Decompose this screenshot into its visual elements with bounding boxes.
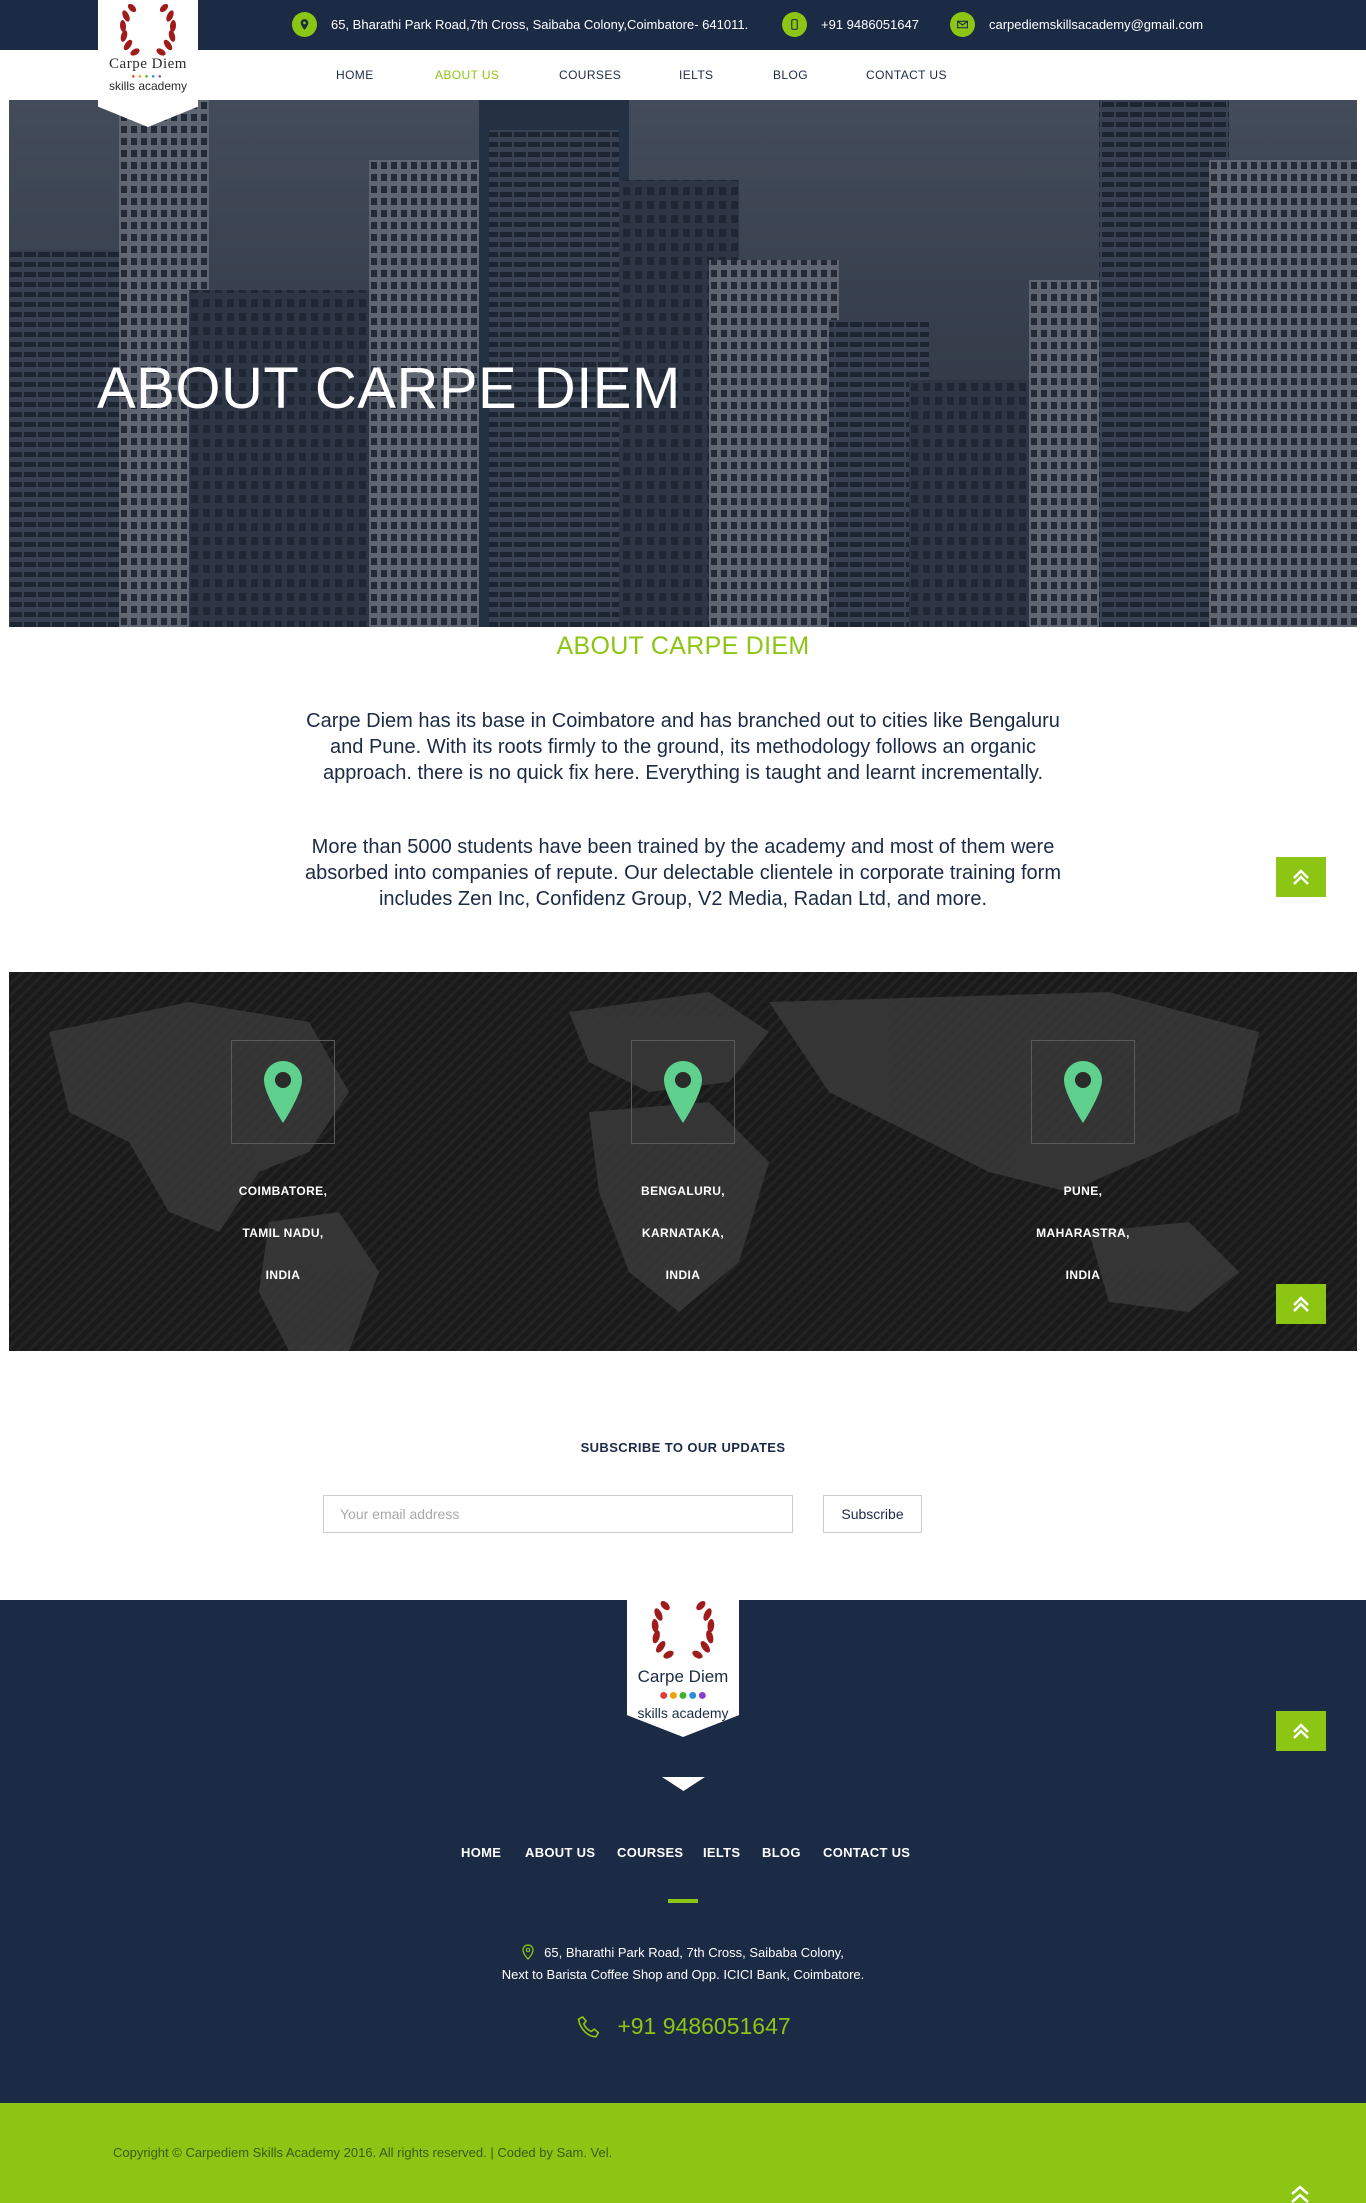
location-pin-box — [631, 1040, 735, 1144]
location-coimbatore: COIMBATORE, TAMIL NADU, INDIA — [163, 1040, 403, 1296]
footer-phone-text[interactable]: +91 9486051647 — [617, 2013, 790, 2039]
back-to-top-button[interactable] — [1276, 857, 1326, 897]
footer-nav-about-us[interactable]: ABOUT US — [525, 1845, 595, 1860]
map-pin-icon — [522, 1944, 534, 1960]
email-input[interactable] — [323, 1495, 793, 1533]
footer-address-text-1: 65, Bharathi Park Road, 7th Cross, Saiba… — [544, 1945, 844, 1960]
footer-nav-contact-us[interactable]: CONTACT US — [823, 1845, 910, 1860]
footer-phone[interactable]: +91 9486051647 — [0, 2013, 1366, 2042]
footer-nav-ielts[interactable]: IELTS — [703, 1845, 740, 1860]
subscribe-button[interactable]: Subscribe — [823, 1495, 922, 1533]
map-pin-icon — [292, 12, 317, 37]
site-footer: Carpe Diem ●●●●● skills academy HOME ABO… — [0, 1600, 1366, 2103]
location-country: INDIA — [1065, 1268, 1101, 1282]
top-phone-text[interactable]: +91 9486051647 — [821, 17, 919, 32]
top-email-text[interactable]: carpediemskillsacademy@gmail.com — [989, 17, 1203, 32]
double-chevron-up-icon — [1293, 1723, 1309, 1739]
footer-logo[interactable]: Carpe Diem ●●●●● skills academy — [627, 1600, 739, 1737]
footer-nav-home[interactable]: HOME — [461, 1845, 501, 1860]
location-city: PUNE, — [1063, 1184, 1103, 1198]
map-pin-icon — [1064, 1061, 1102, 1123]
hero-title: ABOUT CARPE DIEM — [97, 356, 681, 421]
map-pin-icon — [264, 1061, 302, 1123]
nav-blog[interactable]: BLOG — [773, 68, 808, 82]
about-paragraph-1: Carpe Diem has its base in Coimbatore an… — [306, 710, 1060, 784]
location-city: BENGALURU, — [641, 1184, 725, 1198]
footer-divider — [668, 1899, 698, 1903]
copyright-text: Copyright © Carpediem Skills Academy 201… — [113, 2145, 613, 2160]
map-pin-icon — [664, 1061, 702, 1123]
footer-logo-tagline: skills academy — [637, 1705, 729, 1721]
laurel-wreath-icon — [119, 3, 177, 56]
nav-courses[interactable]: COURSES — [559, 68, 621, 82]
logo-color-dots: ●●●●● — [658, 1687, 708, 1704]
footer-address-line-1: 65, Bharathi Park Road, 7th Cross, Saiba… — [0, 1944, 1366, 1960]
double-chevron-up-icon[interactable] — [1289, 2183, 1311, 2203]
subscribe-title: SUBSCRIBE TO OUR UPDATES — [580, 1440, 786, 1455]
location-city: COIMBATORE, — [238, 1184, 328, 1198]
location-state: KARNATAKA, — [641, 1226, 725, 1240]
nav-ielts[interactable]: IELTS — [679, 68, 713, 82]
back-to-top-button[interactable] — [1276, 1711, 1326, 1751]
main-nav: HOME ABOUT US COURSES IELTS BLOG CONTACT… — [0, 50, 1366, 100]
location-bengaluru: BENGALURU, KARNATAKA, INDIA — [563, 1040, 803, 1296]
location-state: TAMIL NADU, — [242, 1226, 324, 1240]
footer-nav-courses[interactable]: COURSES — [617, 1845, 683, 1860]
back-to-top-button[interactable] — [1276, 1284, 1326, 1324]
double-chevron-up-icon — [1293, 1296, 1309, 1312]
logo-tagline: skills academy — [108, 79, 188, 93]
location-country: INDIA — [265, 1268, 301, 1282]
footer-address-line-2: Next to Barista Coffee Shop and Opp. ICI… — [501, 1967, 865, 1982]
nav-contact-us[interactable]: CONTACT US — [866, 68, 947, 82]
nav-about-us[interactable]: ABOUT US — [435, 68, 499, 82]
nav-home[interactable]: HOME — [336, 68, 374, 82]
location-pune: PUNE, MAHARASTRA, INDIA — [963, 1040, 1203, 1296]
site-logo[interactable]: Carpe Diem ●●●●● skills academy — [98, 0, 198, 127]
top-email[interactable]: carpediemskillsacademy@gmail.com — [950, 12, 1203, 37]
phone-icon — [782, 12, 807, 37]
top-phone[interactable]: +91 9486051647 — [782, 12, 919, 37]
copyright-bar: Copyright © Carpediem Skills Academy 201… — [0, 2103, 1366, 2203]
locations-section: COIMBATORE, TAMIL NADU, INDIA BENGALURU,… — [9, 972, 1357, 1351]
about-paragraph-2: More than 5000 students have been traine… — [305, 836, 1061, 910]
top-address: 65, Bharathi Park Road,7th Cross, Saibab… — [292, 12, 748, 37]
location-pin-box — [231, 1040, 335, 1144]
about-title: ABOUT CARPE DIEM — [556, 632, 810, 660]
laurel-wreath-icon — [651, 1601, 715, 1659]
mail-icon — [950, 12, 975, 37]
top-address-text: 65, Bharathi Park Road,7th Cross, Saibab… — [331, 17, 749, 32]
logo-brand: Carpe Diem — [109, 56, 187, 72]
footer-logo-brand: Carpe Diem — [637, 1667, 729, 1686]
top-contact-bar: 65, Bharathi Park Road,7th Cross, Saibab… — [0, 0, 1366, 50]
location-state: MAHARASTRA, — [1036, 1226, 1130, 1240]
chevron-down-icon — [662, 1777, 705, 1791]
footer-nav-blog[interactable]: BLOG — [762, 1845, 801, 1860]
double-chevron-up-icon — [1293, 869, 1309, 885]
hero-banner: ABOUT CARPE DIEM — [9, 100, 1357, 627]
phone-icon — [578, 2016, 600, 2038]
location-pin-box — [1031, 1040, 1135, 1144]
location-country: INDIA — [665, 1268, 701, 1282]
